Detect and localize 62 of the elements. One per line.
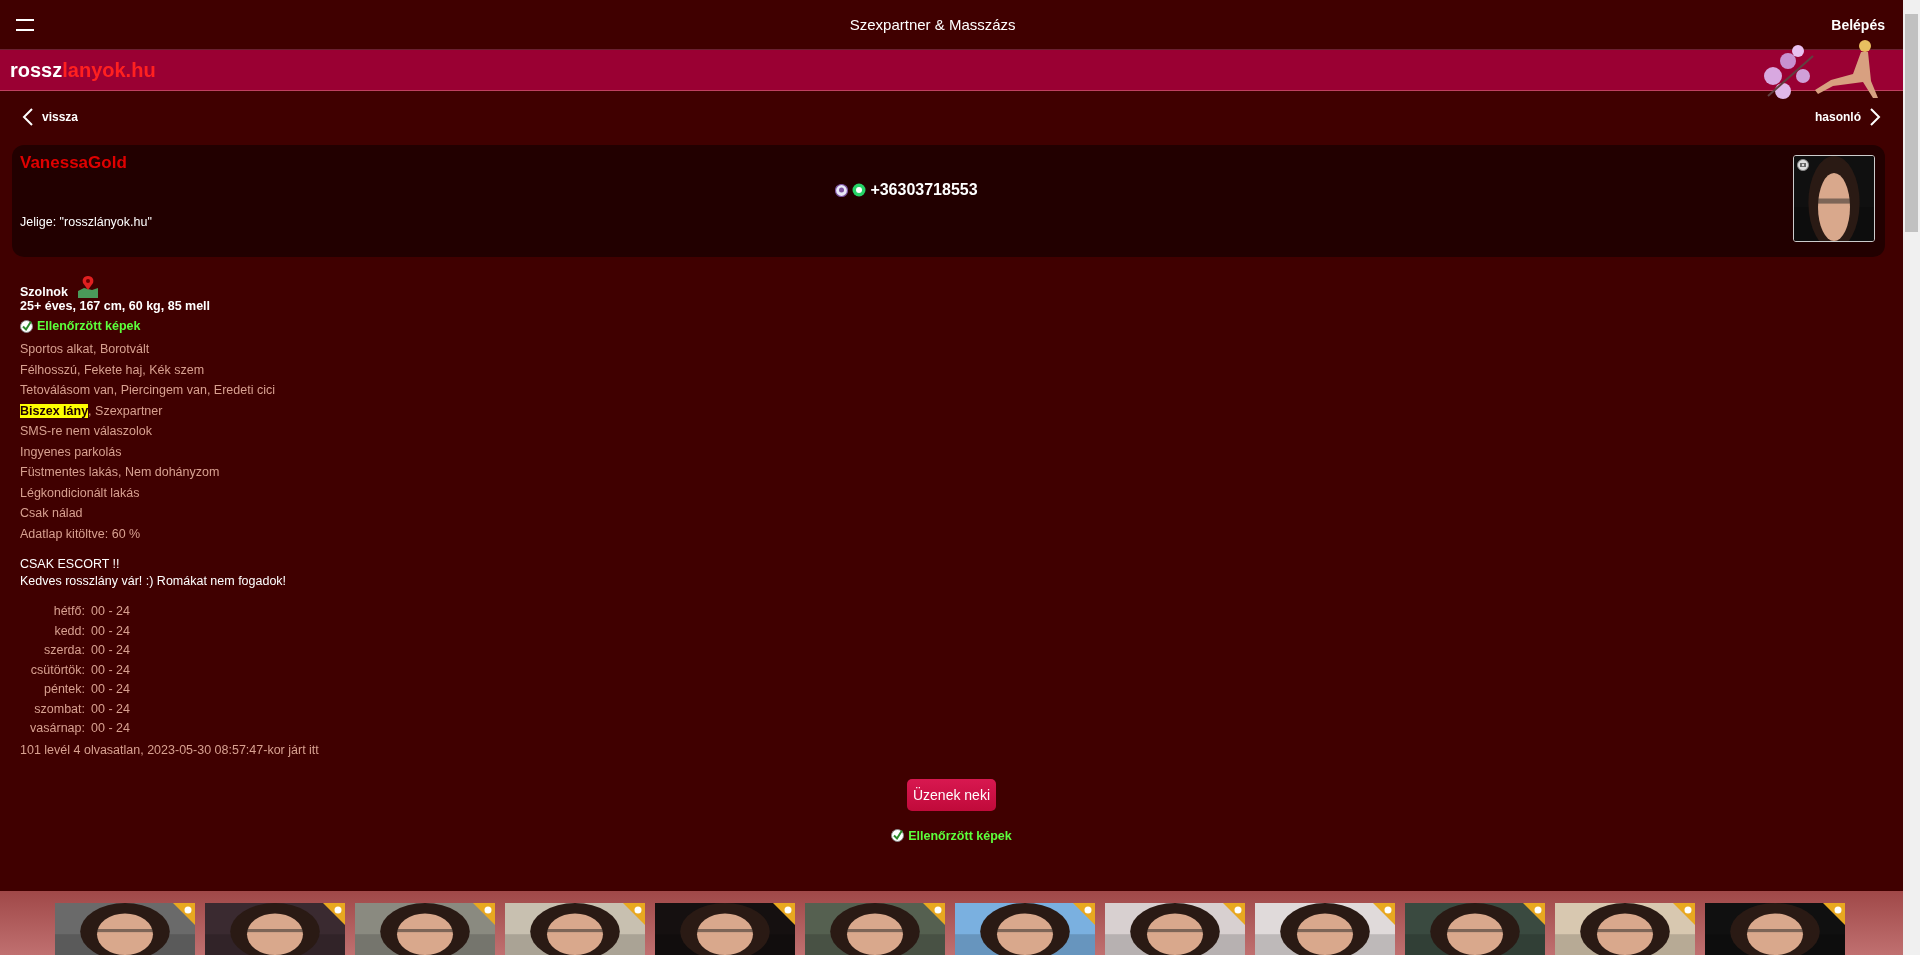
feature-line: Tetoválásom van, Piercingem van, Eredeti cici — [20, 382, 276, 399]
message-button[interactable]: Üzenek neki — [906, 778, 996, 811]
feature-line: SMS-re nem válaszolok — [20, 423, 153, 440]
city-name: Szolnok — [20, 285, 68, 299]
profile-name: VanessaGold — [20, 153, 128, 173]
badge-icon — [1523, 903, 1545, 925]
day-label: hétfő: — [52, 603, 85, 620]
badge-icon — [1373, 903, 1395, 925]
day-label: szombat: — [33, 700, 85, 718]
hours-value: 00 - 24 — [91, 681, 130, 698]
hours-value: 00 - 24 — [91, 622, 130, 640]
feature-line: Csak nálad — [20, 505, 84, 522]
chevron-left-icon[interactable] — [22, 107, 34, 127]
feature-line: Félhosszú, Fekete haj, Kék szem — [20, 361, 206, 379]
day-label: kedd: — [53, 622, 85, 640]
badge-icon — [1073, 903, 1095, 925]
feature-line: Füstmentes lakás, Nem dohányzom — [20, 464, 221, 481]
badge-icon — [323, 903, 345, 925]
phone-number[interactable]: +36303718553 — [870, 181, 978, 199]
hours-value: 00 - 24 — [91, 661, 130, 679]
chevron-right-icon[interactable] — [1869, 107, 1881, 127]
hours-value: 00 - 24 — [91, 642, 130, 659]
checkmark-icon — [20, 319, 33, 333]
code-word: Jelige: "rosszlányok.hu" — [20, 215, 153, 229]
feature-line: Sportos alkat, Borotvált — [20, 341, 151, 358]
hours-value: 00 - 24 — [91, 720, 130, 737]
day-label: szerda: — [43, 642, 85, 659]
feature-line: Biszex lány, Szexpartner — [20, 402, 164, 420]
hours-value: 00 - 24 — [91, 700, 130, 718]
day-label: csütörtök: — [29, 661, 85, 679]
camera-icon — [1797, 159, 1809, 171]
map-pin-icon[interactable] — [75, 275, 100, 299]
badge-icon — [1223, 903, 1245, 925]
login-link[interactable]: Belépés — [1831, 16, 1885, 33]
scrollbar[interactable] — [1903, 0, 1920, 955]
day-label: vasárnap: — [29, 720, 85, 737]
phone-bubble-icon[interactable] — [835, 183, 849, 197]
day-label: péntek: — [43, 681, 85, 698]
verified-label: Ellenőrzött képek — [37, 319, 141, 333]
feature-line: Ingyenes parkolás — [20, 443, 123, 461]
badge-icon — [473, 903, 495, 925]
similar-link[interactable]: hasonló — [1815, 107, 1881, 127]
note-text: CSAK ESCORT !! — [20, 556, 121, 573]
site-logo[interactable]: rosszlanyok.hu — [10, 58, 156, 82]
badge-icon — [1823, 903, 1845, 925]
profile-stats: 25+ éves, 167 cm, 60 kg, 85 mell — [20, 299, 212, 313]
badge-icon — [623, 903, 645, 925]
page-title: Szexpartner & Masszázs — [849, 16, 1016, 33]
badge-icon — [923, 903, 945, 925]
verified-label: Ellenőrzött képek — [908, 828, 1012, 843]
chat-phone-icon[interactable] — [852, 183, 867, 197]
hours-value: 00 - 24 — [91, 603, 130, 620]
menu-icon[interactable] — [16, 17, 34, 32]
feature-line: Adatlap kitöltve: 60 % — [20, 525, 142, 543]
last-seen-text: 101 levél 4 olvasatlan, 2023-05-30 08:57:47-kor járt itt — [20, 742, 320, 757]
checkmark-icon — [891, 829, 905, 842]
badge-icon — [773, 903, 795, 925]
note-text: Kedves rosszlány vár! :) Romákat nem fogadok! — [20, 573, 288, 590]
badge-icon — [1673, 903, 1695, 925]
feature-line: Légkondicionált lakás — [20, 484, 141, 502]
badge-icon — [173, 903, 195, 925]
back-link[interactable]: vissza — [22, 107, 79, 127]
